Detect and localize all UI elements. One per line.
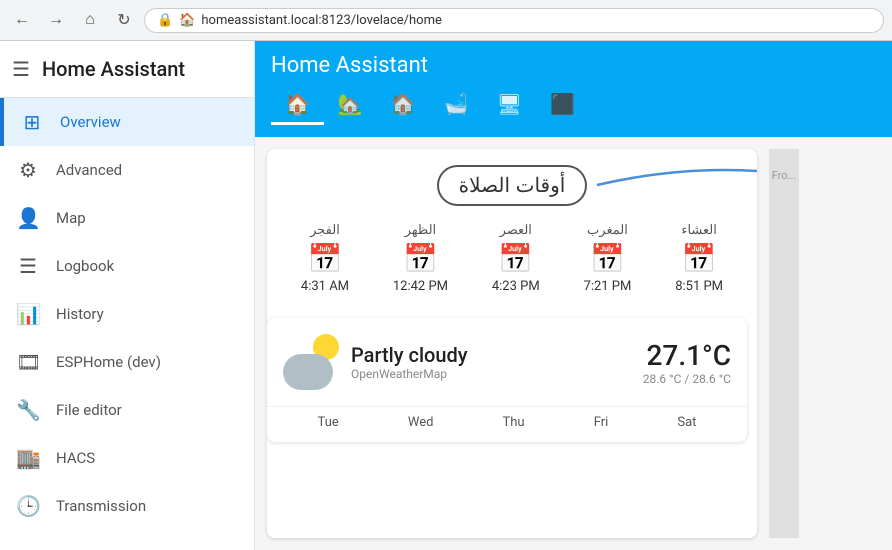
- file-editor-label: File editor: [56, 401, 122, 419]
- app-container: ☰ Home Assistant ⊞ Overview ⚙ Advanced 👤…: [0, 41, 892, 550]
- refresh-button[interactable]: ↻: [110, 6, 138, 34]
- tab-monitor[interactable]: 🖥: [483, 86, 536, 125]
- tab-dashboard1[interactable]: 🏡: [324, 86, 377, 125]
- prayer-time-item: العصر 📅 4:23 PM: [492, 222, 540, 294]
- sidebar: ☰ Home Assistant ⊞ Overview ⚙ Advanced 👤…: [0, 41, 255, 550]
- calendar-icon-3: 📅: [498, 242, 533, 275]
- sidebar-nav: ⊞ Overview ⚙ Advanced 👤 Map ☰ Logbook 📊 …: [0, 98, 254, 550]
- weather-icon: [283, 334, 339, 390]
- calendar-icon-5: 📅: [682, 242, 717, 275]
- header-tabs: 🏠 🏡 🏠 🛁 🖥 ⬛: [271, 86, 876, 125]
- sidebar-item-logbook[interactable]: ☰ Logbook: [0, 242, 254, 290]
- sidebar-item-history[interactable]: 📊 History: [0, 290, 254, 338]
- overview-label: Overview: [60, 113, 121, 131]
- weather-temp-container: 27.1°C 28.6 °C / 28.6 °C: [643, 339, 731, 386]
- tab-dashboard3[interactable]: 🛁: [430, 86, 483, 125]
- map-label: Map: [56, 209, 86, 227]
- sidebar-item-map[interactable]: 👤 Map: [0, 194, 254, 242]
- transmission-icon: 🕒: [16, 494, 40, 518]
- calendar-icon-4: 📅: [590, 242, 625, 275]
- overview-icon: ⊞: [20, 110, 44, 134]
- main-header: Home Assistant 🏠 🏡 🏠 🛁 🖥 ⬛: [255, 41, 892, 137]
- prayer-name-4: الظهر: [405, 222, 436, 238]
- prayer-time-3: 4:23 PM: [492, 279, 540, 294]
- weather-day-tue: Tue: [318, 415, 339, 430]
- main-header-title: Home Assistant: [271, 53, 876, 78]
- main-content: Home Assistant 🏠 🏡 🏠 🛁 🖥 ⬛ أوقات الصلاة: [255, 41, 892, 550]
- logbook-label: Logbook: [56, 257, 114, 275]
- address-bar[interactable]: 🔒 🏠 homeassistant.local:8123/lovelace/ho…: [144, 8, 884, 33]
- history-icon: 📊: [16, 302, 40, 326]
- home-button[interactable]: ⌂: [76, 6, 104, 34]
- weather-day-wed: Wed: [408, 415, 434, 430]
- hacs-icon: 🏬: [16, 446, 40, 470]
- prayer-time-item: الظهر 📅 12:42 PM: [393, 222, 448, 294]
- esphome-icon: 🎞: [16, 350, 40, 374]
- hamburger-icon[interactable]: ☰: [12, 57, 30, 81]
- prayer-time-2: 7:21 PM: [584, 279, 632, 294]
- prayer-time-item: العشاء 📅 8:51 PM: [675, 222, 723, 294]
- prayer-time-item: الفجر 📅 4:31 AM: [301, 222, 349, 294]
- file-editor-icon: 🔧: [16, 398, 40, 422]
- sidebar-item-overview[interactable]: ⊞ Overview: [0, 98, 254, 146]
- sidebar-header: ☰ Home Assistant: [0, 41, 254, 98]
- browser-chrome: ← → ⌂ ↻ 🔒 🏠 homeassistant.local:8123/lov…: [0, 0, 892, 41]
- prayer-title: أوقات الصلاة: [437, 165, 588, 206]
- weather-info: Partly cloudy OpenWeatherMap: [351, 343, 631, 381]
- prayer-card-times: الفجر 📅 4:31 AM الظهر 📅 12:42 PM العصر 📅…: [267, 214, 757, 310]
- sidebar-item-transmission[interactable]: 🕒 Transmission: [0, 482, 254, 530]
- weather-card: Partly cloudy OpenWeatherMap 27.1°C 28.6…: [267, 318, 747, 442]
- sidebar-item-esphome[interactable]: 🎞 ESPHome (dev): [0, 338, 254, 386]
- sidebar-item-advanced[interactable]: ⚙ Advanced: [0, 146, 254, 194]
- weather-description: Partly cloudy: [351, 343, 631, 367]
- esphome-label: ESPHome (dev): [56, 353, 161, 371]
- prayer-name-3: العصر: [500, 222, 532, 238]
- prayer-time-item: المغرب 📅 7:21 PM: [584, 222, 632, 294]
- prayer-name-1: العشاء: [681, 222, 717, 238]
- side-panel-label: Fro...: [772, 169, 797, 182]
- sidebar-title: Home Assistant: [42, 57, 185, 81]
- prayer-name-2: المغرب: [587, 222, 628, 238]
- sidebar-item-file-editor[interactable]: 🔧 File editor: [0, 386, 254, 434]
- tab-home[interactable]: 🏠: [271, 86, 324, 125]
- logbook-icon: ☰: [16, 254, 40, 278]
- sidebar-item-hacs[interactable]: 🏬 HACS: [0, 434, 254, 482]
- tab-network[interactable]: ⬛: [536, 86, 589, 125]
- tab-dashboard2[interactable]: 🏠: [377, 86, 430, 125]
- calendar-icon-2: 📅: [403, 242, 438, 275]
- prayer-time-1: 8:51 PM: [675, 279, 723, 294]
- calendar-icon-1: 📅: [308, 242, 343, 275]
- hacs-label: HACS: [56, 449, 95, 467]
- cloud-shape: [283, 354, 333, 390]
- weather-days: Tue Wed Thu Fri Sat: [267, 406, 747, 442]
- weather-day-sat: Sat: [677, 415, 696, 430]
- weather-day-thu: Thu: [503, 415, 525, 430]
- dashboard: أوقات الصلاة الفجر 📅 4:31 AM: [255, 137, 892, 550]
- prayer-time-4: 12:42 PM: [393, 279, 448, 294]
- weather-source: OpenWeatherMap: [351, 367, 631, 381]
- weather-day-fri: Fri: [594, 415, 609, 430]
- transmission-label: Transmission: [56, 497, 146, 515]
- favicon-icon: 🏠: [179, 13, 195, 28]
- url-text: homeassistant.local:8123/lovelace/home: [201, 13, 442, 28]
- lock-icon: 🔒: [157, 13, 173, 28]
- weather-main: Partly cloudy OpenWeatherMap 27.1°C 28.6…: [267, 318, 747, 406]
- back-button[interactable]: ←: [8, 6, 36, 34]
- prayer-time-5: 4:31 AM: [301, 279, 349, 294]
- prayer-card-header: أوقات الصلاة: [267, 149, 757, 214]
- browser-toolbar: ← → ⌂ ↻ 🔒 🏠 homeassistant.local:8123/lov…: [0, 0, 892, 40]
- advanced-label: Advanced: [56, 161, 122, 179]
- weather-temperature: 27.1°C: [643, 339, 731, 372]
- prayer-card: أوقات الصلاة الفجر 📅 4:31 AM: [267, 149, 757, 538]
- forward-button[interactable]: →: [42, 6, 70, 34]
- map-icon: 👤: [16, 206, 40, 230]
- side-panel: Fro...: [769, 149, 799, 538]
- advanced-icon: ⚙: [16, 158, 40, 182]
- weather-range: 28.6 °C / 28.6 °C: [643, 372, 731, 386]
- prayer-name-5: الفجر: [310, 222, 340, 238]
- history-label: History: [56, 305, 104, 323]
